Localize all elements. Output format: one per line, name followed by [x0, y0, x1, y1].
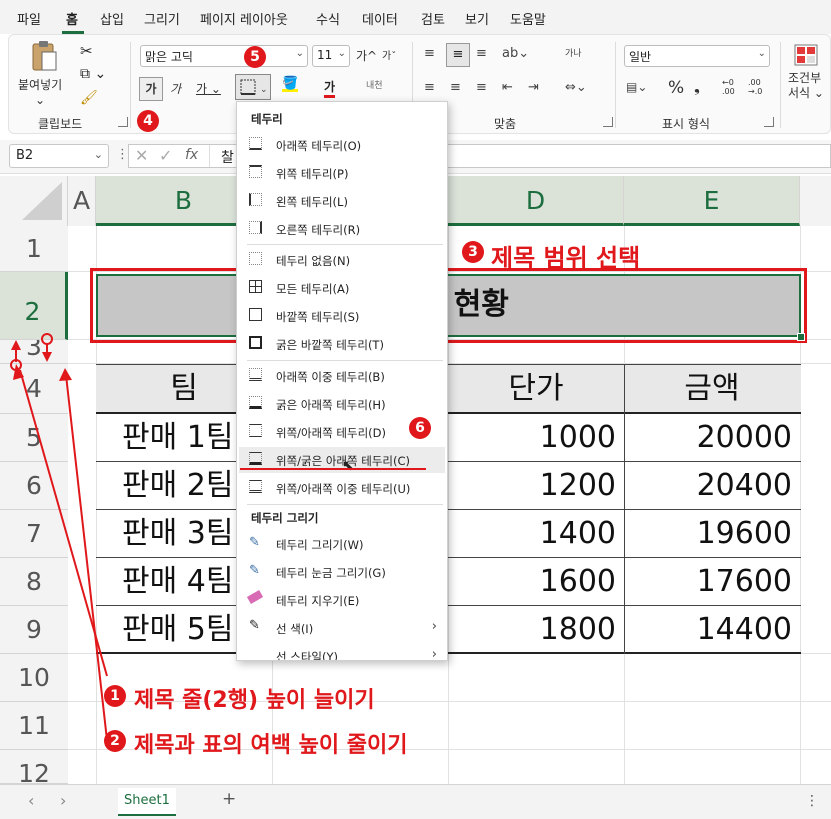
- step-badge-6: 6: [409, 417, 431, 439]
- step-1-label: 제목 줄(2행) 높이 늘이기: [134, 688, 375, 713]
- arrow-2: [65, 374, 108, 741]
- step-3-label: 제목 범위 선택: [491, 244, 641, 272]
- step-badge-5: 5: [244, 46, 266, 68]
- step-badge-4: 4: [137, 110, 159, 132]
- resize-marker-2-down: [42, 352, 52, 362]
- step-badge-1: 1: [104, 685, 126, 707]
- step-badge-3: 3: [462, 241, 484, 263]
- arrow-2-head: [59, 368, 72, 381]
- resize-marker-2-dot: [41, 333, 53, 345]
- step-2-label: 제목과 표의 여백 높이 줄이기: [134, 733, 408, 758]
- step-badge-2: 2: [104, 730, 126, 752]
- resize-marker-1-up: [11, 340, 21, 350]
